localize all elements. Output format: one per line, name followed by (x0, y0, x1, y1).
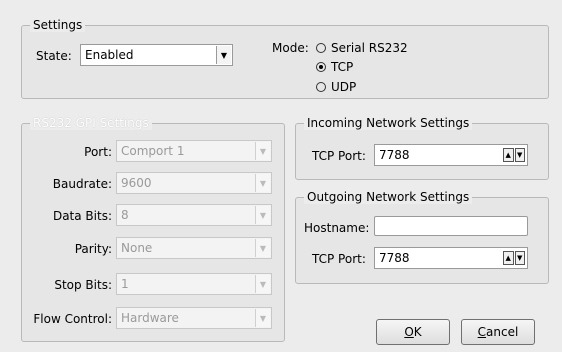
parity-dropdown[interactable]: None ▼ (116, 237, 272, 259)
mode-radio-serial-label: Serial RS232 (331, 41, 408, 55)
mode-radio-tcp[interactable]: TCP (316, 60, 353, 74)
ok-button-label: K (413, 325, 422, 339)
databits-dropdown[interactable]: 8 ▼ (116, 204, 272, 226)
outgoing-network-group: Outgoing Network Settings (295, 190, 549, 284)
flowcontrol-dropdown[interactable]: Hardware ▼ (116, 307, 272, 329)
chevron-down-icon[interactable]: ▼ (255, 309, 270, 327)
port-dropdown-value: Comport 1 (121, 144, 185, 158)
port-dropdown[interactable]: Comport 1 ▼ (116, 140, 272, 162)
outgoing-tcp-port-label: TCP Port: (312, 252, 366, 266)
spin-up-icon[interactable]: ▲ (503, 251, 514, 265)
stopbits-dropdown-value: 1 (121, 277, 129, 291)
flowcontrol-dropdown-value: Hardware (121, 311, 179, 325)
radio-icon[interactable] (316, 82, 326, 92)
port-label: Port: (84, 145, 112, 159)
spin-down-icon[interactable]: ▼ (514, 148, 525, 162)
incoming-tcp-port-spinner[interactable]: 7788 ▲ ▼ (374, 144, 528, 166)
chevron-down-icon[interactable]: ▼ (255, 239, 270, 257)
chevron-down-icon[interactable]: ▼ (255, 142, 270, 160)
mode-radio-udp[interactable]: UDP (316, 80, 356, 94)
chevron-down-icon[interactable]: ▼ (255, 275, 270, 293)
incoming-network-title: Incoming Network Settings (304, 116, 473, 130)
rs232-group-title: RS232 GPI Settings (30, 116, 152, 130)
databits-label: Data Bits: (52, 209, 112, 223)
mode-radio-tcp-label: TCP (331, 60, 354, 74)
ok-button[interactable]: OK (376, 319, 450, 345)
settings-group-title: Settings (30, 18, 86, 32)
incoming-tcp-port-value: 7788 (379, 148, 410, 162)
parity-dropdown-value: None (121, 241, 153, 255)
radio-icon[interactable] (316, 43, 326, 53)
flowcontrol-label: Flow Control: (33, 312, 112, 326)
spin-up-icon[interactable]: ▲ (503, 148, 514, 162)
state-dropdown[interactable]: Enabled ▼ (80, 44, 233, 66)
mode-radio-udp-label: UDP (331, 80, 357, 94)
stopbits-dropdown[interactable]: 1 ▼ (116, 273, 272, 295)
databits-dropdown-value: 8 (121, 208, 129, 222)
incoming-tcp-port-label: TCP Port: (312, 149, 366, 163)
ok-button-mnemonic: O (404, 325, 414, 339)
spinner-buttons[interactable]: ▲ ▼ (503, 251, 525, 265)
baudrate-dropdown[interactable]: 9600 ▼ (116, 172, 272, 194)
baudrate-label: Baudrate: (52, 177, 112, 191)
hostname-label: Hostname: (304, 221, 370, 235)
chevron-down-icon[interactable]: ▼ (255, 206, 270, 224)
cancel-button[interactable]: Cancel (461, 319, 535, 345)
parity-label: Parity: (74, 242, 112, 256)
outgoing-tcp-port-spinner[interactable]: 7788 ▲ ▼ (374, 247, 528, 269)
mode-label: Mode: (272, 41, 309, 55)
stopbits-label: Stop Bits: (54, 278, 112, 292)
radio-selected-dot (319, 65, 323, 69)
radio-icon[interactable] (316, 62, 326, 72)
spin-down-icon[interactable]: ▼ (514, 251, 525, 265)
chevron-down-icon[interactable]: ▼ (255, 174, 270, 192)
outgoing-tcp-port-value: 7788 (379, 251, 410, 265)
chevron-down-icon[interactable]: ▼ (216, 46, 231, 64)
spinner-buttons[interactable]: ▲ ▼ (503, 148, 525, 162)
hostname-input[interactable] (374, 216, 528, 236)
mode-radio-serial[interactable]: Serial RS232 (316, 41, 408, 55)
cancel-button-label: ancel (486, 325, 519, 339)
baudrate-dropdown-value: 9600 (121, 176, 152, 190)
state-label: State: (36, 49, 72, 63)
state-dropdown-value: Enabled (85, 48, 134, 62)
outgoing-network-title: Outgoing Network Settings (304, 190, 473, 204)
cancel-button-mnemonic: C (477, 325, 487, 339)
